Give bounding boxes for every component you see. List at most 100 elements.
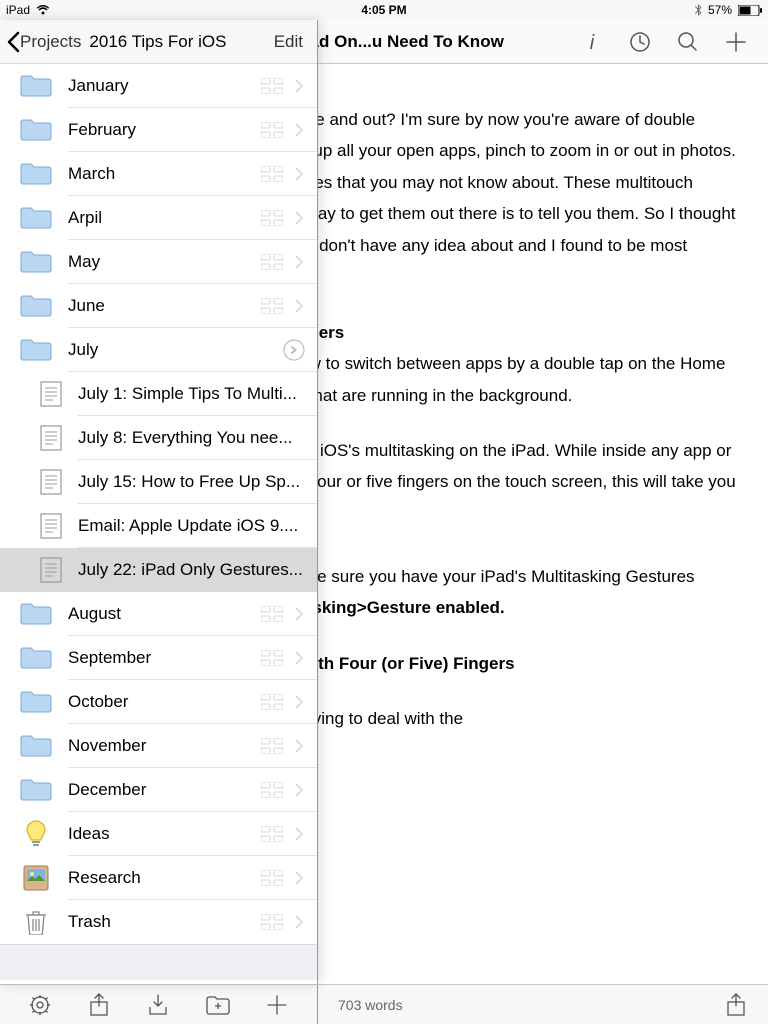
folder-row[interactable]: January [0, 64, 317, 108]
document-label: July 15: How to Free Up Sp... [78, 472, 317, 492]
folder-row[interactable]: May [0, 240, 317, 284]
clock: 4:05 PM [0, 3, 768, 17]
chevron-right-icon [295, 167, 305, 181]
grid-icon [261, 738, 283, 754]
grid-icon [261, 650, 283, 666]
folder-row[interactable]: February [0, 108, 317, 152]
export-icon[interactable] [724, 993, 748, 1017]
new-document-icon[interactable] [265, 993, 289, 1017]
chevron-right-icon [295, 827, 305, 841]
document-label: July 1: Simple Tips To Multi... [78, 384, 317, 404]
bottom-toolbar: 703 words [0, 984, 768, 1024]
folder-icon [20, 338, 52, 362]
folder-row[interactable]: September [0, 636, 317, 680]
document-row[interactable]: July 8: Everything You nee... [0, 416, 317, 460]
edit-button[interactable]: Edit [274, 32, 309, 52]
chevron-right-icon [295, 211, 305, 225]
document-icon [40, 381, 62, 407]
grid-icon [261, 298, 283, 314]
grid-icon [261, 606, 283, 622]
trash-label: Trash [68, 912, 261, 932]
folder-label: December [68, 780, 261, 800]
chevron-right-icon [295, 123, 305, 137]
folder-row[interactable]: December [0, 768, 317, 812]
chevron-right-icon [295, 739, 305, 753]
document-row[interactable]: Email: Apple Update iOS 9.... [0, 504, 317, 548]
folder-row[interactable]: October [0, 680, 317, 724]
folder-row[interactable]: November [0, 724, 317, 768]
add-icon[interactable] [724, 30, 748, 54]
document-icon [40, 513, 62, 539]
folder-icon [20, 250, 52, 274]
folder-icon [20, 734, 52, 758]
chevron-down-circle-icon[interactable] [283, 339, 305, 361]
folder-row[interactable]: Arpil [0, 196, 317, 240]
chevron-right-icon [295, 695, 305, 709]
folder-icon [20, 646, 52, 670]
folder-label: October [68, 692, 261, 712]
folder-icon [20, 778, 52, 802]
folder-icon [20, 118, 52, 142]
lightbulb-icon [20, 820, 52, 848]
info-icon[interactable]: i [580, 30, 604, 54]
status-bar: iPad 4:05 PM 57% [0, 0, 768, 20]
document-row[interactable]: July 22: iPad Only Gestures... [0, 548, 317, 592]
share-icon[interactable] [87, 993, 111, 1017]
import-icon[interactable] [146, 993, 170, 1017]
folder-row[interactable]: August [0, 592, 317, 636]
folder-icon [20, 206, 52, 230]
document-label: July 8: Everything You nee... [78, 428, 317, 448]
trash-icon [20, 908, 52, 936]
grid-icon [261, 166, 283, 182]
folder-icon [20, 690, 52, 714]
folder-icon [20, 602, 52, 626]
grid-icon [261, 826, 283, 842]
folder-label: November [68, 736, 261, 756]
research-label: Research [68, 868, 261, 888]
document-icon [40, 557, 62, 583]
ideas-row[interactable]: Ideas [0, 812, 317, 856]
document-row[interactable]: July 1: Simple Tips To Multi... [0, 372, 317, 416]
chevron-right-icon [295, 79, 305, 93]
grid-icon [261, 694, 283, 710]
folder-label: May [68, 252, 261, 272]
sidebar-list[interactable]: January February March Arpil May [0, 64, 317, 984]
document-row[interactable]: July 15: How to Free Up Sp... [0, 460, 317, 504]
folder-label: July [68, 340, 283, 360]
folder-icon [20, 294, 52, 318]
folder-row[interactable]: June [0, 284, 317, 328]
chevron-right-icon [295, 915, 305, 929]
history-icon[interactable] [628, 30, 652, 54]
folder-icon [20, 74, 52, 98]
sidebar-title: 2016 Tips For iOS [89, 32, 273, 52]
search-icon[interactable] [676, 30, 700, 54]
grid-icon [261, 782, 283, 798]
folder-label: March [68, 164, 261, 184]
grid-icon [261, 870, 283, 886]
grid-icon [261, 122, 283, 138]
document-label: July 22: iPad Only Gestures... [78, 560, 317, 580]
sidebar-header: Projects 2016 Tips For iOS Edit [0, 20, 317, 64]
back-label[interactable]: Projects [20, 32, 81, 52]
folder-label: Arpil [68, 208, 261, 228]
settings-icon[interactable] [28, 993, 52, 1017]
folder-label: January [68, 76, 261, 96]
chevron-right-icon [295, 783, 305, 797]
folder-label: September [68, 648, 261, 668]
grid-icon [261, 254, 283, 270]
document-icon [40, 425, 62, 451]
folder-row[interactable]: March [0, 152, 317, 196]
chevron-right-icon [295, 651, 305, 665]
chevron-right-icon [295, 255, 305, 269]
word-count: 703 words [338, 997, 403, 1013]
chevron-right-icon [295, 871, 305, 885]
grid-icon [261, 210, 283, 226]
trash-row[interactable]: Trash [0, 900, 317, 944]
research-row[interactable]: Research [0, 856, 317, 900]
ideas-label: Ideas [68, 824, 261, 844]
folder-label: August [68, 604, 261, 624]
folder-icon [20, 162, 52, 186]
new-folder-icon[interactable] [206, 993, 230, 1017]
folder-row-july[interactable]: July [0, 328, 317, 372]
folder-label: February [68, 120, 261, 140]
